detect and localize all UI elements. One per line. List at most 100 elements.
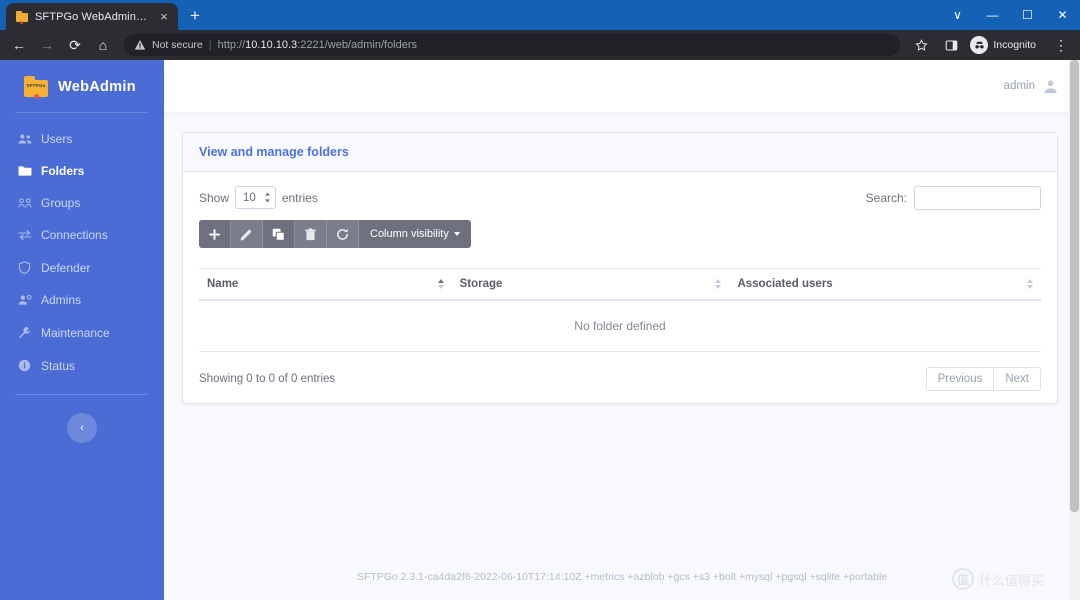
table-head: Name Storage Associated users — [199, 268, 1041, 301]
sidebar-item-folders[interactable]: Folders — [0, 155, 164, 187]
brand[interactable]: SFTPGo WebAdmin — [0, 60, 164, 112]
window-close-icon[interactable]: ✕ — [1045, 0, 1080, 30]
incognito-icon — [970, 36, 989, 54]
shield-icon — [17, 261, 32, 274]
info-icon — [17, 359, 32, 372]
groups-icon — [17, 197, 32, 209]
current-user-label: admin — [1003, 80, 1035, 92]
sidebar-nav: Users Folders Groups Connections Defende… — [0, 113, 164, 382]
sidebar-item-admins[interactable]: Admins — [0, 284, 164, 316]
minimize-icon[interactable]: — — [975, 0, 1010, 30]
user-avatar-icon[interactable] — [1043, 79, 1058, 94]
page-length-prefix: Show — [199, 190, 230, 205]
previous-page-button[interactable]: Previous — [925, 367, 994, 391]
url-prefix: http:// — [217, 39, 246, 51]
security-label: Not secure — [152, 39, 203, 51]
folders-card: View and manage folders Show 10 entries … — [182, 132, 1058, 404]
wrench-icon — [17, 326, 32, 339]
datatable-footer: Showing 0 to 0 of 0 entries Previous Nex… — [199, 367, 1041, 391]
page-length-select[interactable]: 10 — [235, 186, 276, 209]
column-header-storage[interactable]: Storage — [451, 268, 730, 301]
chevron-down-icon[interactable]: ∨ — [940, 0, 975, 30]
address-bar[interactable]: Not secure | http://10.10.10.3:2221/web/… — [124, 34, 901, 56]
sidebar-item-label: Users — [41, 132, 73, 146]
folder-icon — [15, 10, 29, 24]
new-tab-button[interactable]: + — [182, 3, 208, 29]
watermark-logo-icon: 值 — [951, 568, 974, 590]
page-length-control: Show 10 entries — [199, 186, 471, 209]
back-icon[interactable]: ← — [6, 32, 32, 58]
brand-name: WebAdmin — [58, 79, 136, 95]
main-area: admin View and manage folders Show 10 en… — [164, 60, 1080, 600]
users-icon — [17, 133, 32, 145]
datatable-controls: Show 10 entries Column visibility Search… — [199, 186, 1041, 248]
url-text: http://10.10.10.3:2221/web/admin/folders — [218, 39, 417, 51]
card-header: View and manage folders — [183, 133, 1057, 172]
column-header-associated-users[interactable]: Associated users — [729, 268, 1041, 301]
chevron-down-icon — [453, 232, 460, 236]
forward-icon[interactable]: → — [34, 32, 60, 58]
search-label: Search: — [865, 191, 907, 205]
kebab-menu-icon[interactable]: ⋮ — [1048, 32, 1074, 58]
sidebar-item-maintenance[interactable]: Maintenance — [0, 316, 164, 349]
maximize-icon[interactable]: ☐ — [1010, 0, 1045, 30]
incognito-label: Incognito — [993, 39, 1036, 51]
column-label: Name — [207, 278, 239, 290]
entries-info: Showing 0 to 0 of 0 entries — [199, 373, 336, 385]
edit-button[interactable] — [231, 220, 263, 248]
user-gear-icon — [17, 294, 32, 306]
copy-icon — [272, 228, 285, 241]
sidebar-item-label: Connections — [41, 228, 108, 242]
empty-message: No folder defined — [199, 300, 1041, 352]
sidebar-item-users[interactable]: Users — [0, 123, 164, 155]
star-icon[interactable] — [908, 32, 934, 58]
pagination: Previous Next — [925, 367, 1041, 391]
datatable-search: Search: — [866, 186, 1041, 210]
add-button[interactable] — [199, 220, 231, 248]
page-length-value: 10 — [243, 191, 256, 204]
home-icon[interactable]: ⌂ — [90, 32, 116, 58]
sidebar-item-defender[interactable]: Defender — [0, 251, 164, 284]
refresh-button[interactable] — [327, 220, 359, 248]
scrollbar-thumb[interactable] — [1070, 60, 1079, 512]
side-panel-icon[interactable] — [938, 32, 964, 58]
sidebar-divider-bottom — [15, 394, 149, 395]
content-area: View and manage folders Show 10 entries … — [164, 112, 1080, 554]
table-header-row: Name Storage Associated users — [199, 268, 1041, 301]
sidebar-item-label: Folders — [41, 164, 85, 178]
sidebar-item-label: Groups — [41, 196, 81, 210]
sidebar-item-label: Status — [41, 358, 76, 373]
column-header-name[interactable]: Name — [199, 268, 452, 301]
next-page-button[interactable]: Next — [993, 367, 1041, 391]
sidebar-collapse-button[interactable]: ‹ — [67, 413, 97, 443]
sidebar-item-status[interactable]: Status — [0, 349, 164, 382]
sidebar-item-groups[interactable]: Groups — [0, 187, 164, 219]
incognito-indicator[interactable]: Incognito — [968, 33, 1044, 57]
column-visibility-button[interactable]: Column visibility — [359, 220, 471, 248]
clone-button[interactable] — [263, 220, 295, 248]
card-body: Show 10 entries Column visibility Search… — [183, 172, 1057, 403]
sidebar: SFTPGo WebAdmin Users Folders Groups Con… — [0, 60, 164, 600]
sftpgo-logo-icon: SFTPGo — [24, 76, 48, 99]
delete-button[interactable] — [295, 220, 327, 248]
table-body: No folder defined — [199, 300, 1041, 352]
omnibox-separator: | — [208, 39, 212, 51]
browser-tab[interactable]: SFTPGo WebAdmin - Folders × — [6, 3, 178, 30]
page-scrollbar[interactable] — [1069, 60, 1080, 600]
sidebar-item-label: Admins — [41, 293, 82, 307]
watermark-text: 什么值得买 — [978, 572, 1044, 588]
datatable-left-controls: Show 10 entries Column visibility — [199, 186, 471, 248]
search-input[interactable] — [914, 186, 1041, 210]
sidebar-item-connections[interactable]: Connections — [0, 219, 164, 251]
page-title: View and manage folders — [199, 145, 349, 159]
trash-icon — [304, 227, 317, 241]
url-host: 10.10.10.3 — [245, 39, 298, 51]
column-label: Storage — [459, 278, 503, 290]
watermark: 值 什么值得买 — [951, 568, 1044, 590]
sort-indicator-icon — [437, 279, 444, 289]
table-empty-row: No folder defined — [199, 300, 1041, 352]
reload-icon[interactable]: ⟳ — [62, 32, 88, 58]
close-icon[interactable]: × — [156, 9, 172, 25]
not-secure-warning-icon[interactable] — [134, 39, 146, 51]
window-controls: ∨ — ☐ ✕ — [940, 0, 1080, 30]
